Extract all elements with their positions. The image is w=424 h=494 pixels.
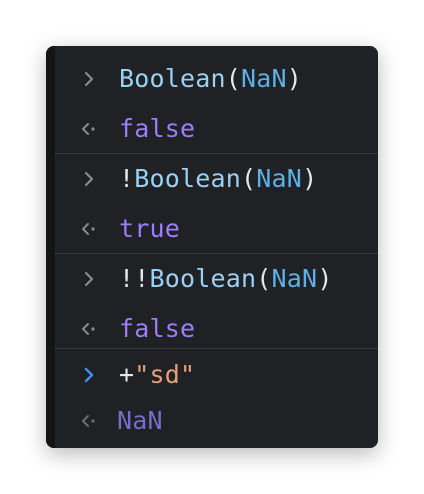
code-paren-open: ( <box>225 64 242 93</box>
console-input-code: +"sd" <box>119 360 195 390</box>
code-function: Boolean <box>119 64 226 93</box>
code-paren-close: ) <box>317 264 333 293</box>
console-input-code: !Boolean(NaN) <box>119 164 317 194</box>
console-input-row[interactable]: +"sd" <box>55 350 378 400</box>
console-input-row[interactable]: !Boolean(NaN) <box>55 154 378 204</box>
console-result-value: true <box>119 214 181 243</box>
chevron-right-icon <box>79 364 99 386</box>
chevron-right-icon <box>79 268 99 290</box>
console-input-row[interactable]: Boolean(NaN) <box>55 54 378 104</box>
code-paren-open: ( <box>241 164 257 193</box>
code-function: Boolean <box>149 264 257 293</box>
chevron-right-icon <box>79 68 99 90</box>
return-arrow-icon <box>79 318 99 340</box>
console-result-value: false <box>119 314 196 343</box>
panel-left-edge <box>46 46 55 448</box>
entry-divider <box>55 348 378 349</box>
return-arrow-icon <box>79 118 99 140</box>
chevron-right-icon <box>79 168 99 190</box>
return-arrow-icon <box>79 410 99 432</box>
console-input-code: Boolean(NaN) <box>119 64 302 94</box>
return-arrow-icon <box>79 218 99 240</box>
code-argument: NaN <box>241 64 287 93</box>
code-argument: NaN <box>256 164 303 193</box>
console-input-code: !!Boolean(NaN) <box>119 264 333 294</box>
code-paren-close: ) <box>302 164 318 193</box>
code-argument: NaN <box>271 264 318 293</box>
code-function: Boolean <box>134 164 242 193</box>
code-paren-open: ( <box>256 264 272 293</box>
devtools-console-panel: Boolean(NaN) false !Boolean(NaN) true !!… <box>46 46 378 448</box>
code-prefix: + <box>119 360 135 389</box>
console-result-row: false <box>55 104 378 154</box>
console-result-value: false <box>119 114 196 143</box>
code-paren-close: ) <box>286 64 303 93</box>
console-result-row: true <box>55 204 378 254</box>
code-prefix: !! <box>119 264 150 293</box>
console-result-row: NaN <box>55 396 378 446</box>
console-result-value: NaN <box>117 406 163 435</box>
console-input-row[interactable]: !!Boolean(NaN) <box>55 254 378 304</box>
code-string: "sd" <box>134 360 196 389</box>
console-result-row: false <box>55 304 378 354</box>
code-prefix: ! <box>119 164 135 193</box>
